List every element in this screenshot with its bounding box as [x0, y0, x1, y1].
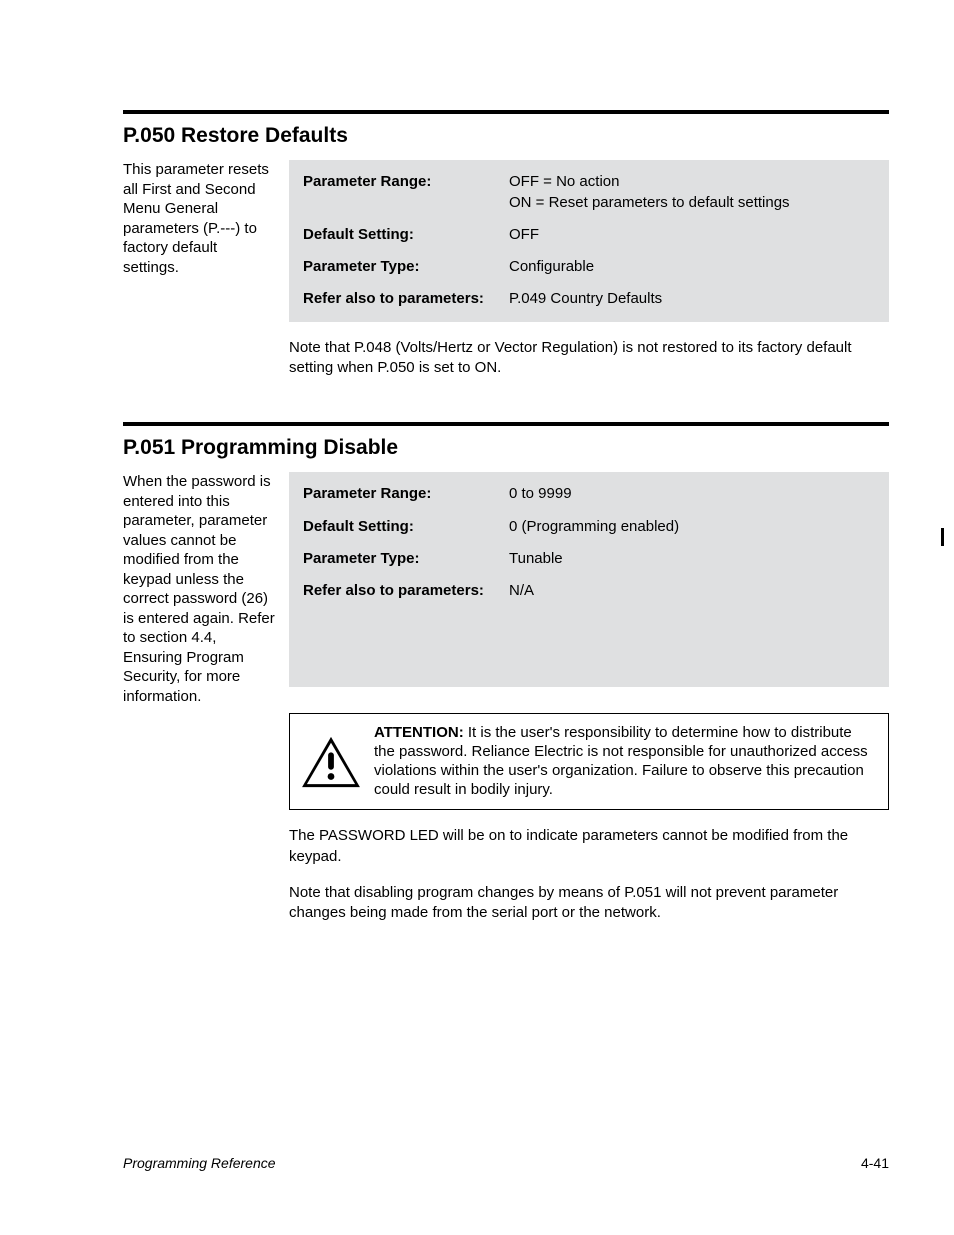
param-label: Parameter Type:	[303, 549, 509, 569]
param-value: 0 to 9999	[509, 484, 875, 504]
param-label: Refer also to parameters:	[303, 581, 509, 601]
param-row: Default Setting: OFF	[289, 219, 889, 251]
sidenote-p050: This parameter resets all First and Seco…	[123, 160, 275, 277]
param-row: Default Setting: 0 (Programming enabled)	[289, 511, 889, 543]
param-row: Parameter Type: Configurable	[289, 251, 889, 283]
heading-p050: P.050 Restore Defaults	[123, 122, 889, 150]
note: Note that P.048 (Volts/Hertz or Vector R…	[289, 338, 889, 379]
warning-icon	[300, 735, 362, 789]
param-value: P.049 Country Defaults	[509, 289, 875, 309]
param-label: Refer also to parameters:	[303, 289, 509, 309]
param-value: Tunable	[509, 549, 875, 569]
param-row: Parameter Range: OFF = No action ON = Re…	[289, 166, 889, 219]
footer-title: Programming Reference	[123, 1154, 276, 1173]
param-value: OFF = No action ON = Reset parameters to…	[509, 172, 875, 213]
param-label: Parameter Type:	[303, 257, 509, 277]
note: The PASSWORD LED will be on to indicate …	[289, 826, 889, 867]
param-table-p050: Parameter Range: OFF = No action ON = Re…	[289, 160, 889, 321]
param-value: Configurable	[509, 257, 875, 277]
rule	[123, 422, 889, 426]
param-label: Default Setting:	[303, 225, 509, 245]
param-label: Default Setting:	[303, 517, 509, 537]
section-p050: P.050 Restore Defaults This parameter re…	[123, 110, 889, 378]
page-number: 4-41	[861, 1154, 889, 1173]
param-table-p051: Parameter Range: 0 to 9999 Default Setti…	[289, 472, 889, 687]
change-bar	[941, 528, 944, 546]
param-value: OFF	[509, 225, 875, 245]
param-value: 0 (Programming enabled)	[509, 517, 875, 537]
sidenote-p051: When the password is entered into this p…	[123, 472, 275, 706]
section-p051: P.051 Programming Disable When the passw…	[123, 422, 889, 923]
footer: Programming Reference 4-41	[123, 1154, 889, 1173]
rule	[123, 110, 889, 114]
attention-box: ATTENTION: It is the user's responsibili…	[289, 713, 889, 810]
param-label: Parameter Range:	[303, 172, 509, 213]
param-row: Parameter Range: 0 to 9999	[289, 478, 889, 510]
heading-p051: P.051 Programming Disable	[123, 434, 889, 462]
param-value: N/A	[509, 581, 875, 601]
note: Note that disabling program changes by m…	[289, 883, 889, 924]
param-row: Parameter Type: Tunable	[289, 543, 889, 575]
param-row: Refer also to parameters: N/A	[289, 575, 889, 607]
attention-text: ATTENTION: It is the user's responsibili…	[374, 724, 874, 799]
param-label: Parameter Range:	[303, 484, 509, 504]
param-row: Refer also to parameters: P.049 Country …	[289, 283, 889, 315]
